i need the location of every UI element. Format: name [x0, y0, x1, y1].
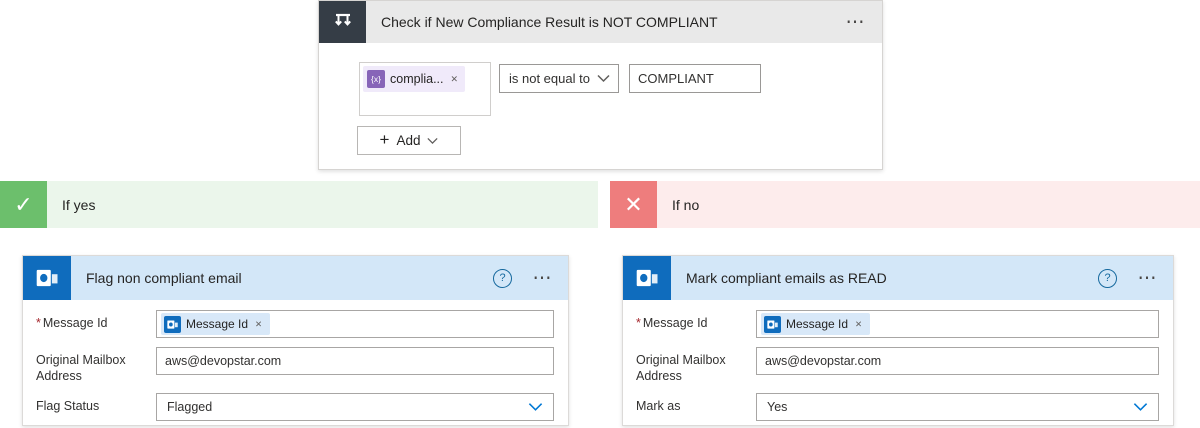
help-icon[interactable]: ? [1098, 269, 1117, 288]
chevron-down-icon [528, 402, 543, 412]
token-remove-icon[interactable]: ✕ [253, 318, 264, 331]
chevron-down-icon [427, 137, 438, 145]
required-asterisk: * [36, 316, 41, 330]
cross-icon: ✕ [610, 181, 657, 228]
flag-status-dropdown[interactable]: Flagged [156, 393, 554, 421]
condition-left-operand-field[interactable]: {x} complia... ✕ [359, 62, 491, 116]
required-asterisk: * [636, 316, 641, 330]
if-yes-label: If yes [62, 197, 95, 213]
if-yes-branch-banner: ✓ If yes [0, 181, 598, 228]
action-card-header[interactable]: Flag non compliant email ? ⋯ [23, 256, 568, 300]
outlook-icon [164, 316, 181, 333]
condition-title: Check if New Compliance Result is NOT CO… [366, 1, 830, 43]
condition-value-input[interactable] [629, 64, 761, 93]
message-id-token[interactable]: Message Id ✕ [161, 313, 270, 335]
action-menu-icon[interactable]: ⋯ [518, 256, 568, 300]
action-card-title: Flag non compliant email [71, 256, 493, 300]
mailbox-row: Original Mailbox Address [636, 347, 1159, 384]
message-id-row: *Message Id Message Id ✕ [36, 310, 554, 338]
mailbox-row: Original Mailbox Address [36, 347, 554, 384]
mark-read-action-card: Mark compliant emails as READ ? ⋯ *Messa… [622, 255, 1174, 426]
mark-as-row: Mark as Yes [636, 393, 1159, 421]
condition-card: Check if New Compliance Result is NOT CO… [318, 0, 883, 170]
flag-status-label: Flag Status [36, 393, 156, 421]
message-id-label: *Message Id [36, 310, 156, 338]
outlook-icon [623, 256, 671, 300]
if-no-label: If no [672, 197, 699, 213]
operator-selected-value: is not equal to [509, 71, 597, 86]
outlook-icon [23, 256, 71, 300]
message-id-token[interactable]: Message Id ✕ [761, 313, 870, 335]
flag-status-row: Flag Status Flagged [36, 393, 554, 421]
mailbox-label: Original Mailbox Address [36, 347, 156, 384]
mark-as-dropdown[interactable]: Yes [756, 393, 1159, 421]
chevron-down-icon [1133, 402, 1148, 412]
action-menu-icon[interactable]: ⋯ [1123, 256, 1173, 300]
action-card-header[interactable]: Mark compliant emails as READ ? ⋯ [623, 256, 1173, 300]
message-id-input[interactable]: Message Id ✕ [756, 310, 1159, 338]
message-id-row: *Message Id Message Id ✕ [636, 310, 1159, 338]
chevron-down-icon [597, 74, 610, 83]
help-icon[interactable]: ? [493, 269, 512, 288]
mark-as-label: Mark as [636, 393, 756, 421]
mailbox-input[interactable] [156, 347, 554, 375]
check-icon: ✓ [0, 181, 47, 228]
token-remove-icon[interactable]: ✕ [449, 73, 461, 86]
token-label: Message Id [786, 317, 848, 331]
add-condition-button[interactable]: + Add [357, 126, 461, 155]
add-button-label: Add [396, 133, 420, 148]
flag-email-action-card: Flag non compliant email ? ⋯ *Message Id… [22, 255, 569, 426]
condition-operator-dropdown[interactable]: is not equal to [499, 64, 619, 93]
outlook-icon [764, 316, 781, 333]
message-id-input[interactable]: Message Id ✕ [156, 310, 554, 338]
action-card-body: *Message Id Message Id ✕ Original Mai [23, 300, 568, 421]
mailbox-label: Original Mailbox Address [636, 347, 756, 384]
token-remove-icon[interactable]: ✕ [853, 318, 864, 331]
token-label: complia... [390, 72, 444, 86]
token-label: Message Id [186, 317, 248, 331]
expression-icon: {x} [367, 70, 385, 88]
plus-icon: + [380, 130, 390, 150]
flag-status-selected-value: Flagged [167, 400, 528, 414]
mailbox-input[interactable] [756, 347, 1159, 375]
action-card-title: Mark compliant emails as READ [671, 256, 1098, 300]
action-card-body: *Message Id Message Id ✕ Original Mai [623, 300, 1173, 421]
condition-card-header[interactable]: Check if New Compliance Result is NOT CO… [319, 1, 882, 43]
condition-menu-icon[interactable]: ⋯ [830, 1, 882, 43]
dynamic-content-token[interactable]: {x} complia... ✕ [363, 66, 465, 92]
flow-designer-canvas: Check if New Compliance Result is NOT CO… [0, 0, 1200, 428]
if-no-branch-banner: ✕ If no [610, 181, 1200, 228]
mark-as-selected-value: Yes [767, 400, 1133, 414]
message-id-label: *Message Id [636, 310, 756, 338]
condition-icon [319, 1, 366, 43]
